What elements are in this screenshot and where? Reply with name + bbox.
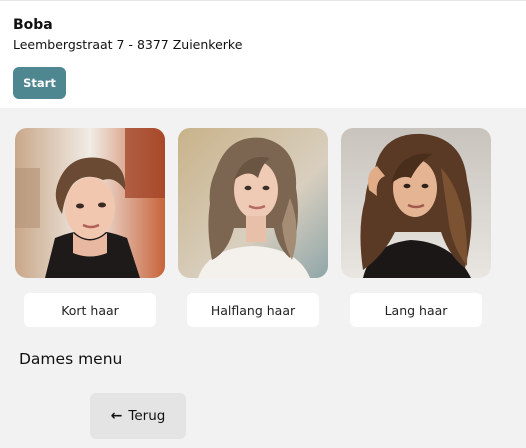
medium-hair-image <box>178 128 328 278</box>
back-button-label: Terug <box>128 408 166 424</box>
long-hair-photo[interactable] <box>341 128 491 278</box>
short-hair-button[interactable]: Kort haar <box>24 293 156 327</box>
arrow-left-icon: ← <box>110 408 123 424</box>
menu-title: Dames menu <box>19 350 123 368</box>
salon-address: Leembergstraat 7 - 8377 Zuienkerke <box>13 37 243 52</box>
short-hair-photo[interactable] <box>15 128 165 278</box>
salon-header: Boba Leembergstraat 7 - 8377 Zuienkerke … <box>0 0 526 108</box>
long-hair-image <box>341 128 491 278</box>
medium-hair-photo[interactable] <box>178 128 328 278</box>
salon-name: Boba <box>13 17 53 33</box>
back-button[interactable]: ← Terug <box>90 393 186 439</box>
start-button[interactable]: Start <box>13 67 66 99</box>
medium-hair-button[interactable]: Halflang haar <box>187 293 319 327</box>
short-hair-image <box>15 128 165 278</box>
long-hair-button[interactable]: Lang haar <box>350 293 482 327</box>
